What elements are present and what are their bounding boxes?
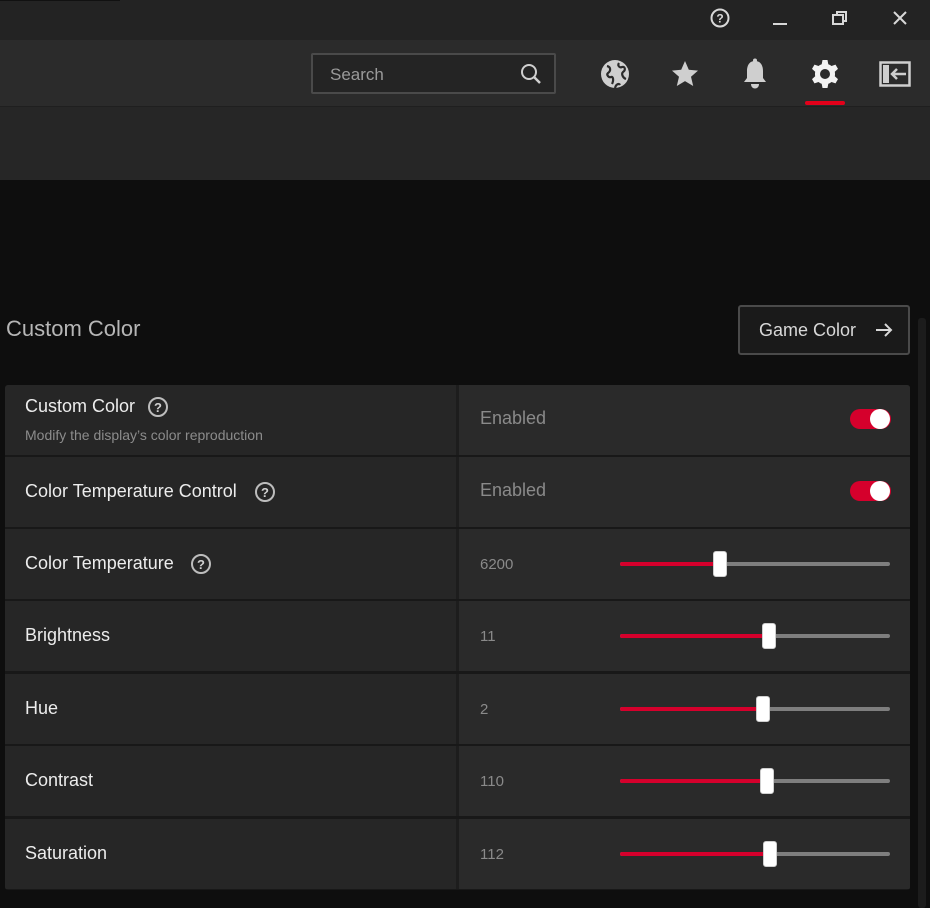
custom-color-toggle[interactable] [850, 409, 891, 429]
toggle-knob [870, 409, 890, 429]
setting-label-cell: Saturation [5, 819, 456, 889]
setting-value: 2 [480, 701, 489, 718]
help-circle-icon[interactable]: ? [255, 482, 275, 502]
game-color-button[interactable]: Game Color [738, 305, 910, 355]
setting-label: Custom Color [25, 396, 136, 416]
slider-fill [620, 634, 769, 638]
slider-thumb[interactable] [761, 623, 776, 649]
search-box[interactable] [311, 53, 556, 94]
search-input[interactable] [313, 55, 532, 94]
saturation-slider[interactable] [620, 841, 890, 867]
globe-icon[interactable] [598, 57, 632, 91]
setting-control-cell: Enabled [459, 385, 910, 455]
sidebar-toggle-icon[interactable] [878, 57, 912, 91]
slider-thumb[interactable] [762, 841, 777, 867]
minimize-icon [772, 10, 788, 31]
slider-fill [620, 779, 768, 783]
setting-row-brightness: Brightness 11 [5, 601, 910, 671]
setting-row-saturation: Saturation 112 [5, 819, 910, 889]
close-icon [892, 10, 908, 31]
setting-status: Enabled [480, 408, 547, 428]
setting-label-cell: Brightness [5, 601, 456, 671]
settings-panel: Custom Color ? Modify the display’s colo… [5, 385, 910, 890]
close-button[interactable] [885, 6, 915, 34]
gear-icon[interactable] [808, 57, 842, 91]
setting-status: Enabled [480, 480, 547, 500]
setting-row-color-temperature-control: Color Temperature Control ? Enabled [5, 457, 910, 527]
brightness-slider[interactable] [620, 623, 890, 649]
title-bar-edge [0, 0, 120, 1]
sub-header-bar [0, 107, 930, 180]
setting-label: Contrast [25, 770, 94, 790]
restore-icon [831, 9, 849, 32]
setting-control-cell: 2 [459, 674, 910, 744]
setting-label-cell: Color Temperature ? [5, 529, 456, 599]
setting-control-cell: Enabled [459, 457, 910, 527]
setting-value: 6200 [480, 556, 514, 573]
setting-row-hue: Hue 2 [5, 674, 910, 744]
setting-label-cell: Color Temperature Control ? [5, 457, 456, 527]
help-circle-icon[interactable]: ? [191, 554, 211, 574]
setting-label: Brightness [25, 625, 111, 645]
slider-thumb[interactable] [756, 696, 771, 722]
slider-fill [620, 562, 720, 566]
setting-value: 11 [480, 628, 496, 645]
title-bar: ? [0, 0, 930, 40]
setting-value: 110 [480, 773, 504, 790]
setting-label-cell: Contrast [5, 746, 456, 816]
toggle-knob [870, 481, 890, 501]
hue-slider[interactable] [620, 696, 890, 722]
setting-row-color-temperature: Color Temperature ? 6200 [5, 529, 910, 599]
color-temperature-slider[interactable] [620, 551, 890, 577]
setting-label: Color Temperature [25, 553, 174, 573]
restore-button[interactable] [825, 6, 855, 34]
color-temperature-control-toggle[interactable] [850, 481, 891, 501]
contrast-slider[interactable] [620, 768, 890, 794]
setting-label-cell: Custom Color ? Modify the display’s colo… [5, 385, 456, 455]
slider-thumb[interactable] [760, 768, 775, 794]
setting-control-cell: 11 [459, 601, 910, 671]
svg-text:?: ? [716, 11, 723, 25]
section-title: Custom Color [6, 316, 141, 341]
setting-label-cell: Hue [5, 674, 456, 744]
bell-icon[interactable] [738, 57, 772, 91]
help-circle-icon[interactable]: ? [148, 397, 168, 417]
minimize-button[interactable] [765, 6, 795, 34]
scrollbar[interactable] [918, 318, 926, 908]
setting-label: Saturation [25, 843, 108, 863]
slider-fill [620, 707, 764, 711]
setting-value: 112 [480, 846, 504, 863]
setting-label: Hue [25, 698, 59, 718]
setting-control-cell: 6200 [459, 529, 910, 599]
setting-row-custom-color: Custom Color ? Modify the display’s colo… [5, 385, 910, 455]
setting-row-contrast: Contrast 110 [5, 746, 910, 816]
game-color-label: Game Color [759, 319, 857, 340]
setting-description: Modify the display’s color reproduction [25, 427, 263, 443]
setting-label: Color Temperature Control [25, 481, 237, 501]
active-tab-indicator [805, 101, 845, 105]
search-icon[interactable] [520, 63, 542, 90]
slider-thumb[interactable] [712, 551, 727, 577]
help-button[interactable]: ? [705, 6, 735, 34]
slider-fill [620, 852, 770, 856]
help-circle-icon: ? [710, 8, 730, 33]
arrow-right-icon [874, 320, 894, 345]
setting-control-cell: 112 [459, 819, 910, 889]
setting-control-cell: 110 [459, 746, 910, 816]
top-toolbar [0, 40, 930, 107]
star-icon[interactable] [668, 57, 702, 91]
